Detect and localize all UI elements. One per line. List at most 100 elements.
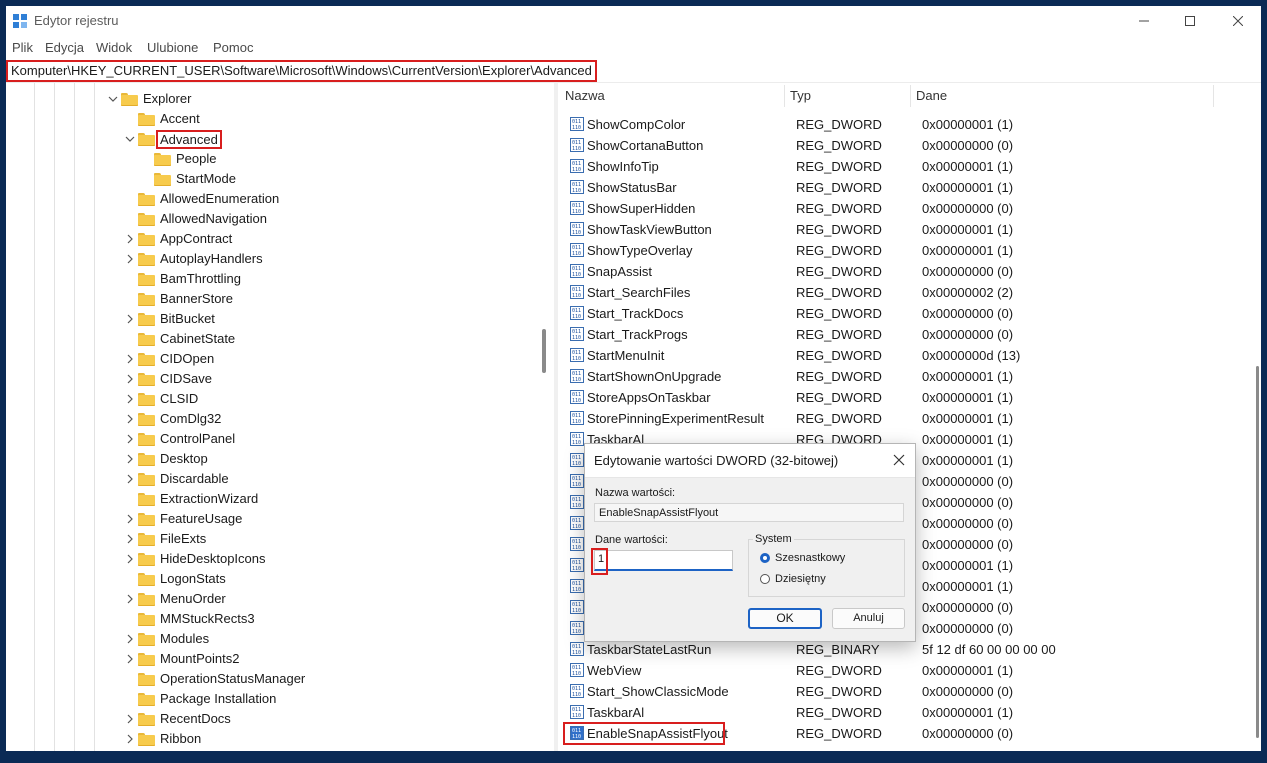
list-row[interactable]: 011 110 ShowTaskViewButton REG_DWORD 0x00000… <box>558 219 1248 240</box>
tree-item-startmode[interactable]: StartMode <box>154 169 236 189</box>
tree-item-explorer[interactable]: Explorer <box>121 89 191 109</box>
tree-item-appcontract[interactable]: AppContract <box>138 229 232 249</box>
chevron-right-icon[interactable] <box>125 354 135 364</box>
chevron-right-icon[interactable] <box>125 374 135 384</box>
folder-icon <box>138 232 155 246</box>
chevron-right-icon[interactable] <box>125 514 135 524</box>
chevron-down-icon[interactable] <box>108 94 118 104</box>
menu-favorites[interactable]: Ulubione <box>147 40 198 55</box>
column-header-type[interactable]: Typ <box>790 88 811 103</box>
list-row[interactable]: 011 110 ShowCortanaButton REG_DWORD 0x000000… <box>558 135 1248 156</box>
minimize-button[interactable] <box>1121 6 1167 36</box>
chevron-right-icon[interactable] <box>125 454 135 464</box>
column-header-name[interactable]: Nazwa <box>565 88 605 103</box>
tree-item-ribbon[interactable]: Ribbon <box>138 729 201 749</box>
tree-item-desktop[interactable]: Desktop <box>138 449 208 469</box>
tree-item-allowedenumeration[interactable]: AllowedEnumeration <box>138 189 279 209</box>
tree-item-fileexts[interactable]: FileExts <box>138 529 206 549</box>
tree-item-cidsave[interactable]: CIDSave <box>138 369 212 389</box>
tree-item-mmstuckrects3[interactable]: MMStuckRects3 <box>138 609 255 629</box>
list-scrollbar-thumb[interactable] <box>1256 366 1259 738</box>
list-row[interactable]: 011 110 ShowTypeOverlay REG_DWORD 0x00000001… <box>558 240 1248 261</box>
list-row[interactable]: 011 110 TaskbarAl REG_DWORD 0x00000001 (1) <box>558 702 1248 723</box>
chevron-right-icon[interactable] <box>125 474 135 484</box>
tree-item-people[interactable]: People <box>154 149 216 169</box>
list-row[interactable]: 011 110 SnapAssist REG_DWORD 0x00000000 (0) <box>558 261 1248 282</box>
dialog-close-icon[interactable] <box>891 452 907 468</box>
list-row[interactable]: 011 110 ShowInfoTip REG_DWORD 0x00000001 (1) <box>558 156 1248 177</box>
tree-item-allowednavigation[interactable]: AllowedNavigation <box>138 209 267 229</box>
column-divider[interactable] <box>910 85 911 107</box>
tree-item-operationstatusmanager[interactable]: OperationStatusManager <box>138 669 305 689</box>
tree-item-package-installation[interactable]: Package Installation <box>138 689 276 709</box>
chevron-right-icon[interactable] <box>125 534 135 544</box>
tree-item-bannerstore[interactable]: BannerStore <box>138 289 233 309</box>
chevron-right-icon[interactable] <box>125 554 135 564</box>
chevron-right-icon[interactable] <box>125 594 135 604</box>
list-row[interactable]: 011 110 StoreAppsOnTaskbar REG_DWORD 0x00000… <box>558 387 1248 408</box>
tree-item-clsid[interactable]: CLSID <box>138 389 198 409</box>
chevron-right-icon[interactable] <box>125 714 135 724</box>
tree-item-bamthrottling[interactable]: BamThrottling <box>138 269 241 289</box>
column-divider[interactable] <box>784 85 785 107</box>
chevron-right-icon[interactable] <box>125 314 135 324</box>
tree-item-comdlg32[interactable]: ComDlg32 <box>138 409 221 429</box>
tree-item-cidopen[interactable]: CIDOpen <box>138 349 214 369</box>
list-row[interactable]: 011 110 WebView REG_DWORD 0x00000001 (1) <box>558 660 1248 681</box>
tree-item-hidedesktopicons[interactable]: HideDesktopIcons <box>138 549 266 569</box>
chevron-right-icon[interactable] <box>125 234 135 244</box>
column-divider[interactable] <box>1213 85 1214 107</box>
chevron-right-icon[interactable] <box>125 654 135 664</box>
value-data: 0x00000001 (1) <box>922 369 1014 384</box>
chevron-down-icon[interactable] <box>125 134 135 144</box>
list-row[interactable]: 011 110 TaskbarStateLastRun REG_BINARY 5f 12… <box>558 639 1248 660</box>
list-row[interactable]: 011 110 Start_TrackProgs REG_DWORD 0x0000000… <box>558 324 1248 345</box>
list-row[interactable]: 011 110 StorePinningExperimentResult REG_DW… <box>558 408 1248 429</box>
tree-item-bitbucket[interactable]: BitBucket <box>138 309 215 329</box>
chevron-right-icon[interactable] <box>125 734 135 744</box>
chevron-right-icon[interactable] <box>125 634 135 644</box>
tree-item-logonstats[interactable]: LogonStats <box>138 569 226 589</box>
decimal-radio[interactable] <box>760 574 770 584</box>
tree-item-label: MenuOrder <box>160 591 226 606</box>
tree-scrollbar-thumb[interactable] <box>542 329 546 373</box>
list-row[interactable]: 011 110 StartShownOnUpgrade REG_DWORD 0x0000… <box>558 366 1248 387</box>
list-row[interactable]: 011 110 Start_SearchFiles REG_DWORD 0x000000… <box>558 282 1248 303</box>
close-button[interactable] <box>1215 6 1261 36</box>
chevron-right-icon[interactable] <box>125 414 135 424</box>
tree-item-featureusage[interactable]: FeatureUsage <box>138 509 242 529</box>
menu-edit[interactable]: Edycja <box>45 40 84 55</box>
list-row[interactable]: 011 110 StartMenuInit REG_DWORD 0x0000000d (… <box>558 345 1248 366</box>
tree-item-advanced[interactable]: Advanced <box>138 129 222 149</box>
chevron-right-icon[interactable] <box>125 394 135 404</box>
tree-item-mountpoints2[interactable]: MountPoints2 <box>138 649 240 669</box>
hexadecimal-radio[interactable] <box>760 553 770 563</box>
value-data-input[interactable]: 1 <box>594 550 733 571</box>
menu-help[interactable]: Pomoc <box>213 40 253 55</box>
value-data: 0x00000001 (1) <box>922 432 1014 447</box>
maximize-button[interactable] <box>1167 6 1213 36</box>
ok-button[interactable]: OK <box>748 608 822 629</box>
tree-item-recentdocs[interactable]: RecentDocs <box>138 709 231 729</box>
list-row[interactable]: 011 110 ShowCompColor REG_DWORD 0x00000001 (… <box>558 114 1248 135</box>
tree-item-cabinetstate[interactable]: CabinetState <box>138 329 235 349</box>
tree-item-accent[interactable]: Accent <box>138 109 200 129</box>
tree-item-extractionwizard[interactable]: ExtractionWizard <box>138 489 258 509</box>
tree-item-controlpanel[interactable]: ControlPanel <box>138 429 235 449</box>
value-name: ShowTypeOverlay <box>587 243 693 258</box>
list-row[interactable]: 011 110 ShowStatusBar REG_DWORD 0x00000001 (… <box>558 177 1248 198</box>
chevron-right-icon[interactable] <box>125 254 135 264</box>
tree-item-menuorder[interactable]: MenuOrder <box>138 589 226 609</box>
list-row[interactable]: 011 110 Start_TrackDocs REG_DWORD 0x00000000… <box>558 303 1248 324</box>
tree-item-autoplayhandlers[interactable]: AutoplayHandlers <box>138 249 263 269</box>
menu-file[interactable]: Plik <box>12 40 33 55</box>
chevron-right-icon[interactable] <box>125 434 135 444</box>
address-field[interactable]: Komputer\HKEY_CURRENT_USER\Software\Micr… <box>6 60 597 82</box>
tree-item-modules[interactable]: Modules <box>138 629 209 649</box>
tree-item-discardable[interactable]: Discardable <box>138 469 229 489</box>
menu-view[interactable]: Widok <box>96 40 132 55</box>
list-row[interactable]: 011 110 ShowSuperHidden REG_DWORD 0x00000000… <box>558 198 1248 219</box>
column-header-data[interactable]: Dane <box>916 88 947 103</box>
list-row[interactable]: 011 110 Start_ShowClassicMode REG_DWORD 0x00… <box>558 681 1248 702</box>
cancel-button[interactable]: Anuluj <box>832 608 905 629</box>
